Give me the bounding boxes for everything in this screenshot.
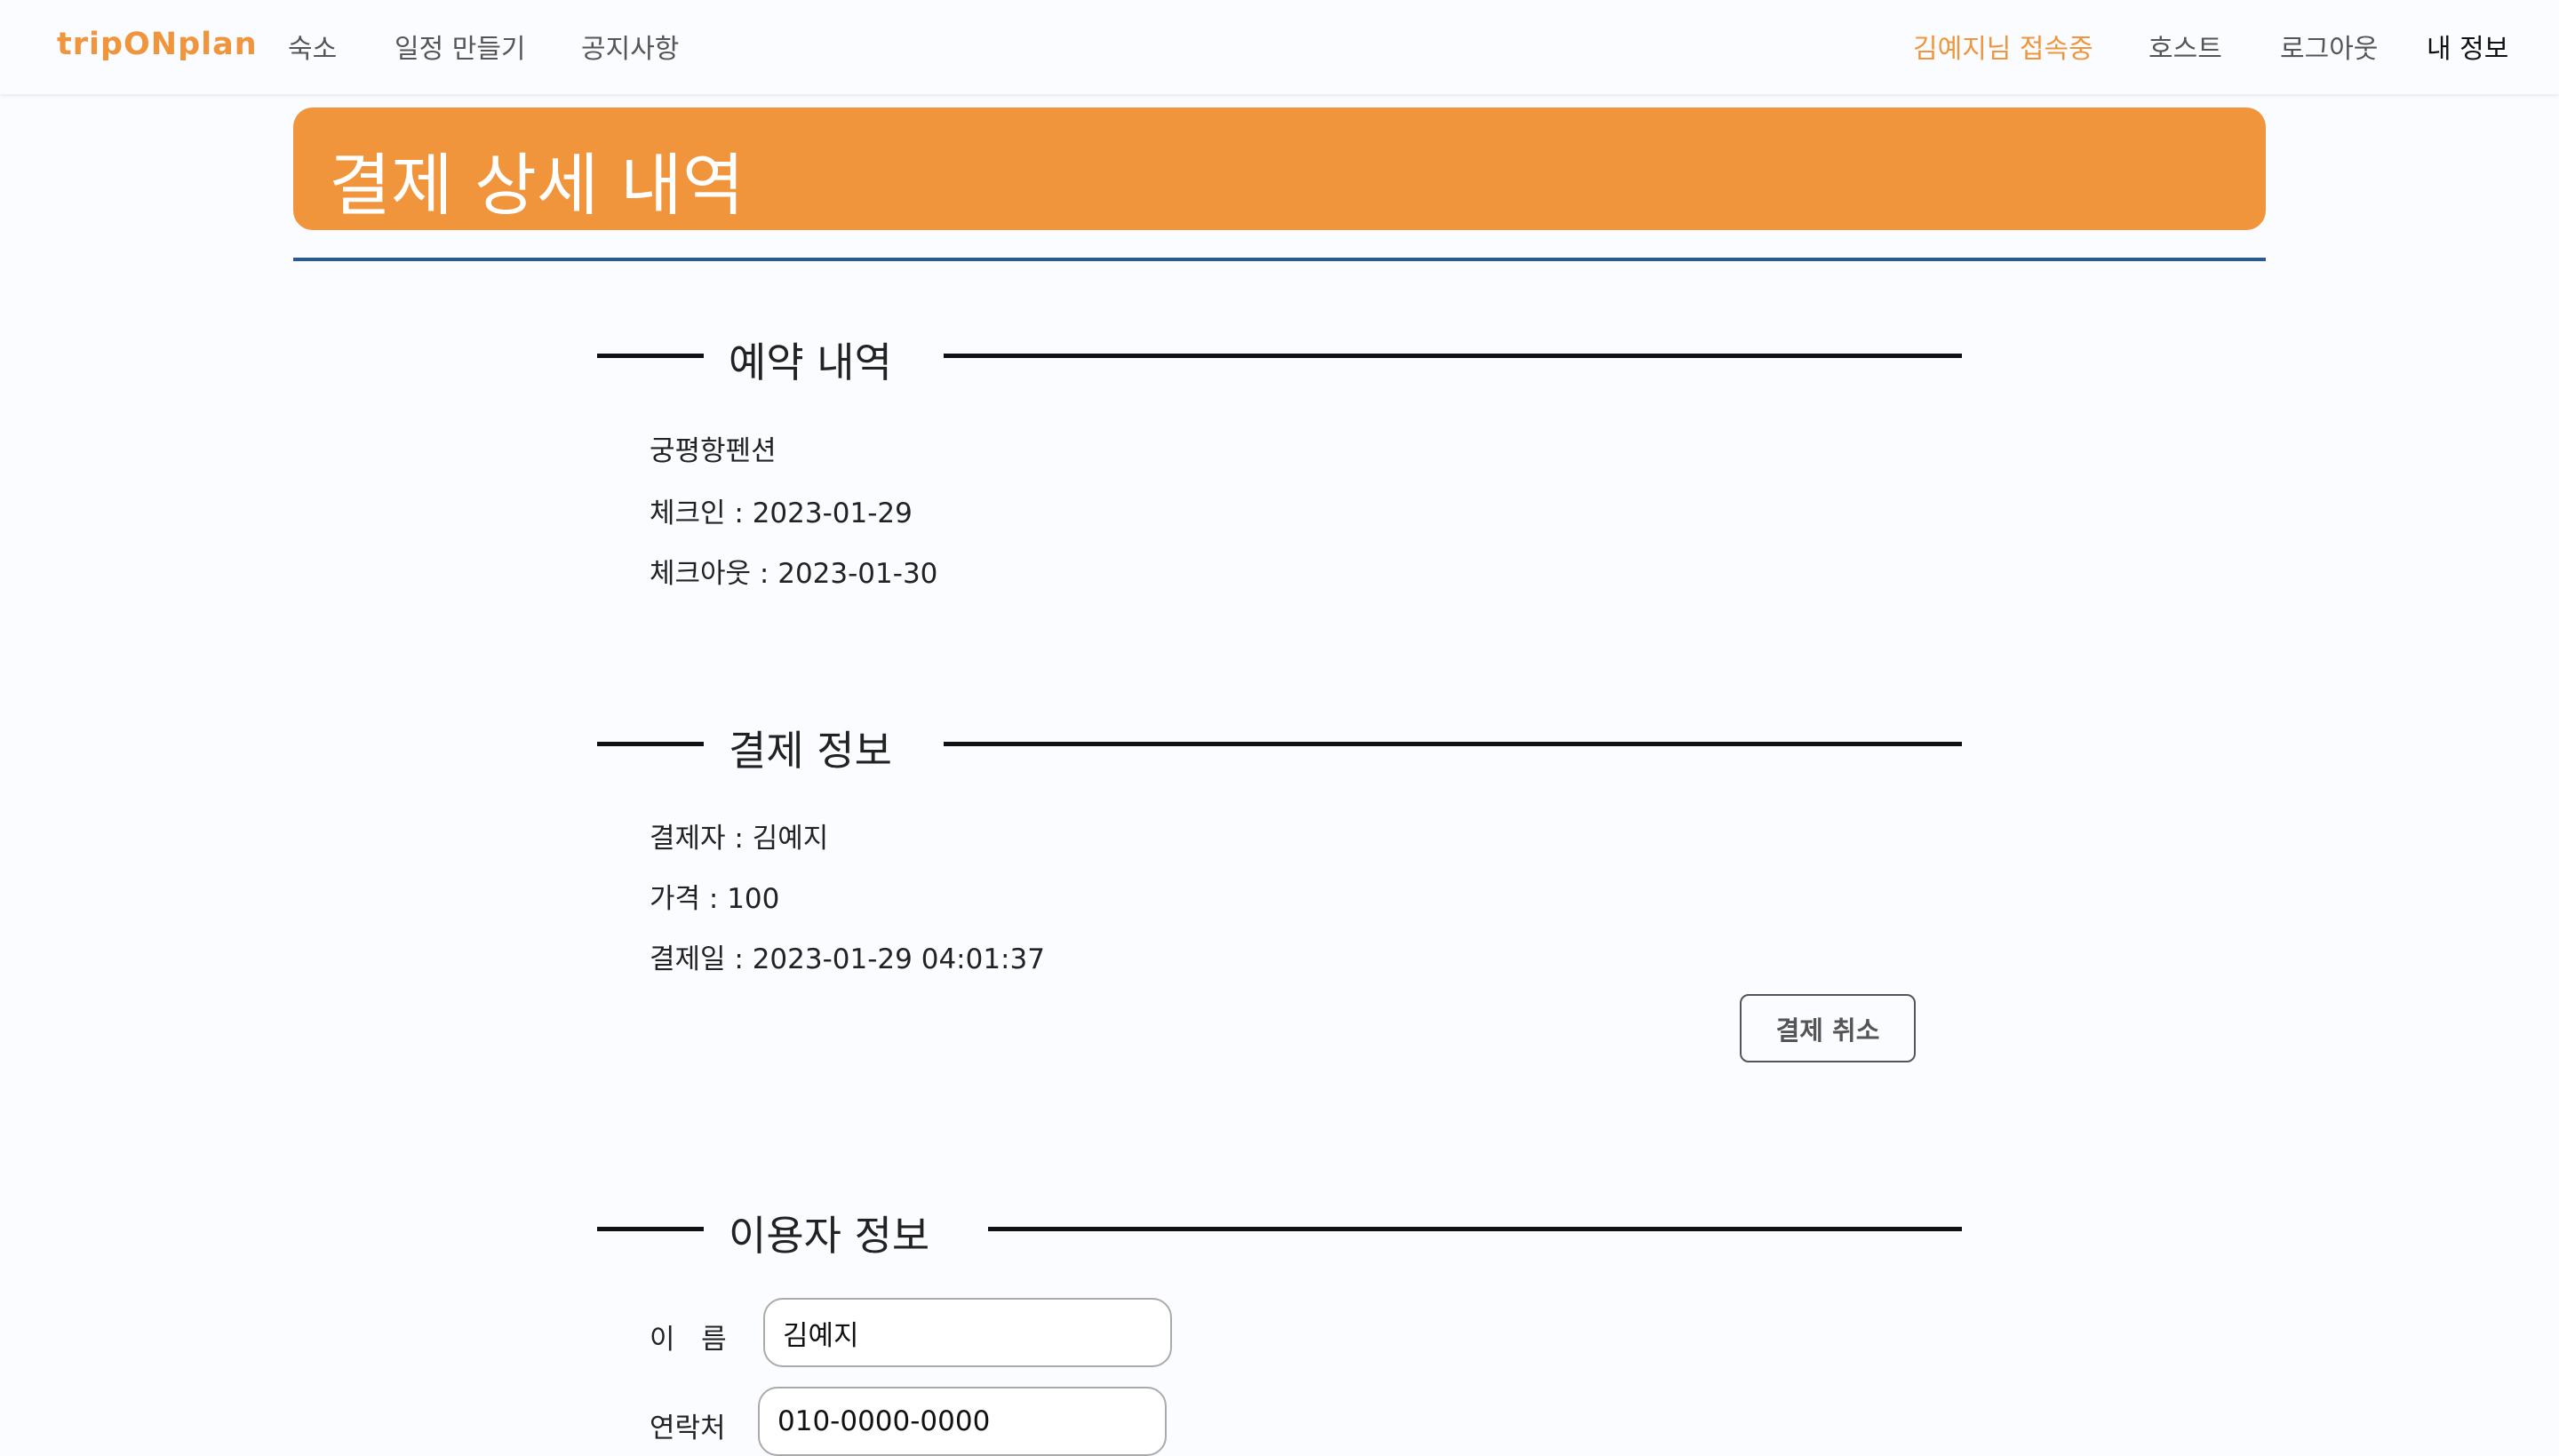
section-line-left [597,742,704,746]
payer-name: 결제자 : 김예지 [650,823,829,855]
page-title: 결제 상세 내역 [329,146,745,225]
brand-logo[interactable]: tripONplan [57,27,258,62]
section-line-right [944,742,1962,746]
phone-label: 연락처 [650,1412,726,1444]
payment-price: 가격 : 100 [650,883,780,915]
user-info-heading: 이용자 정보 [729,1212,930,1260]
property-name: 궁평항펜션 [650,435,777,467]
nav-create-itinerary[interactable]: 일정 만들기 [395,27,526,66]
payment-heading: 결제 정보 [729,727,892,775]
nav-accommodation[interactable]: 숙소 [288,27,337,66]
section-line-left [597,354,704,358]
name-label: 이 름 [650,1324,727,1356]
user-status: 김예지님 접속중 [1913,34,2093,65]
nav-host[interactable]: 호스트 [2148,27,2222,66]
top-navbar: tripONplan 숙소 일정 만들기 공지사항 김예지님 접속중 호스트 로… [0,0,2559,94]
title-divider [293,258,2266,261]
section-line-right [988,1227,1962,1231]
section-line-left [597,1227,704,1231]
cancel-payment-button[interactable]: 결제 취소 [1740,994,1916,1062]
checkout-date: 체크아웃 : 2023-01-30 [650,558,938,590]
nav-notices[interactable]: 공지사항 [581,27,679,66]
name-field[interactable] [763,1298,1172,1367]
checkin-date: 체크인 : 2023-01-29 [650,497,913,529]
reservation-heading: 예약 내역 [729,338,892,386]
page-title-banner: 결제 상세 내역 [293,107,2266,230]
section-line-right [944,354,1962,358]
nav-logout[interactable]: 로그아웃 [2280,27,2378,66]
payment-date: 결제일 : 2023-01-29 04:01:37 [650,943,1045,975]
nav-my-info[interactable]: 내 정보 [2427,27,2508,66]
phone-field[interactable] [758,1387,1167,1456]
